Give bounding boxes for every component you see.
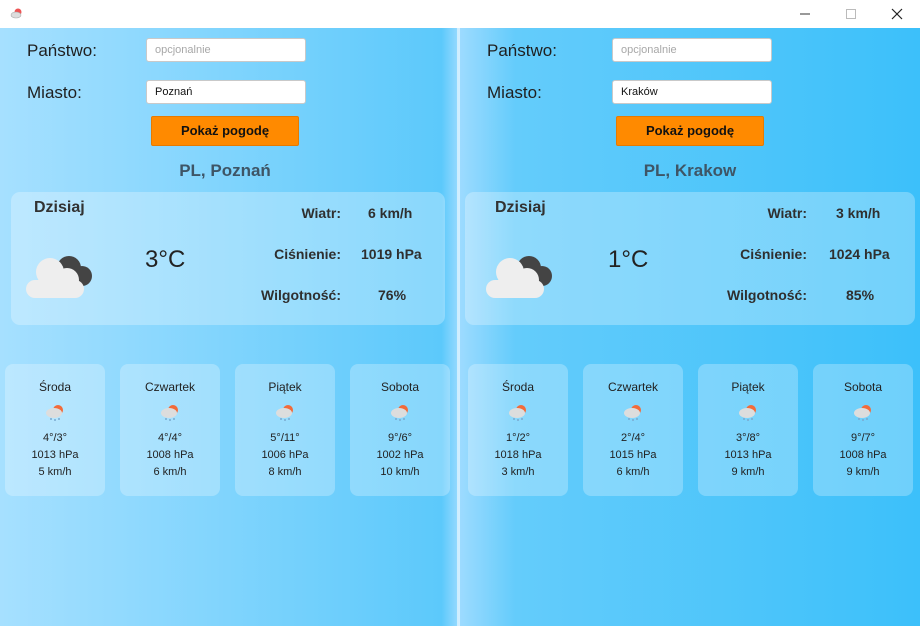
forecast-card: Piątek 5°/11° 1006 hPa 8 km/h — [235, 364, 335, 496]
app-cloud-icon — [10, 8, 22, 19]
today-card: Dzisiaj 1°C Wiatr: 3 km/h Ciśnienie: 102… — [465, 192, 915, 325]
forecast-card: Czwartek 4°/4° 1008 hPa 6 km/h — [120, 364, 220, 496]
wind-label: Wiatr: — [301, 205, 341, 221]
forecast-day: Czwartek — [144, 380, 195, 394]
pressure-value: 1019 hPa — [361, 246, 422, 262]
today-temperature: 3°C — [145, 246, 186, 273]
snow-sun-icon — [739, 405, 756, 421]
maximize-button[interactable] — [828, 0, 874, 28]
title-bar — [0, 0, 920, 28]
forecast-card: Środa 1°/2° 1018 hPa 3 km/h — [468, 364, 568, 496]
forecast-temp: 2°/4° — [620, 432, 646, 444]
show-weather-button[interactable]: Pokaż pogodę — [151, 116, 299, 146]
forecast-temp: 4°/3° — [42, 432, 68, 444]
today-card: Dzisiaj 3°C Wiatr: 6 km/h Ciśnienie: 101… — [11, 192, 445, 325]
forecast-wind: 8 km/h — [268, 466, 302, 478]
forecast-day: Piątek — [268, 380, 302, 394]
cloudy-icon — [486, 256, 552, 298]
forecast-card: Sobota 9°/6° 1002 hPa 10 km/h — [350, 364, 450, 496]
city-label: Miasto: — [27, 83, 82, 102]
wind-value: 3 km/h — [836, 205, 881, 221]
country-input[interactable] — [612, 38, 772, 62]
forecast-day: Sobota — [380, 380, 420, 394]
forecast-day: Środa — [501, 380, 535, 394]
snow-sun-icon — [854, 405, 871, 421]
forecast-wind: 6 km/h — [616, 466, 650, 478]
forecast-temp: 9°/6° — [387, 432, 413, 444]
weather-panel-left: Państwo: Miasto: Pokaż pogodę PL, Poznań… — [0, 28, 457, 626]
location-title: PL, Krakow — [643, 161, 737, 180]
minimize-button[interactable] — [782, 0, 828, 28]
close-icon — [891, 8, 903, 20]
close-button[interactable] — [874, 0, 920, 28]
wind-label: Wiatr: — [767, 205, 807, 221]
humidity-label: Wilgotność: — [261, 287, 341, 303]
forecast-day: Sobota — [843, 380, 883, 394]
show-weather-button[interactable]: Pokaż pogodę — [616, 116, 764, 146]
wind-value: 6 km/h — [368, 205, 413, 221]
snow-sun-icon — [391, 405, 408, 421]
forecast-card: Środa 4°/3° 1013 hPa 5 km/h — [5, 364, 105, 496]
forecast-temp: 9°/7° — [850, 432, 876, 444]
weather-panel-right: Państwo: Miasto: Pokaż pogodę PL, Krakow… — [460, 28, 917, 626]
city-input[interactable] — [612, 80, 772, 104]
snow-sun-icon — [276, 405, 293, 421]
city-input[interactable] — [146, 80, 306, 104]
forecast-temp: 4°/4° — [157, 432, 183, 444]
forecast-pressure: 1018 hPa — [494, 449, 542, 461]
snow-sun-icon — [624, 405, 641, 421]
forecast-wind: 3 km/h — [501, 466, 535, 478]
forecast-day: Czwartek — [607, 380, 658, 394]
forecast-temp: 1°/2° — [505, 432, 531, 444]
forecast-pressure: 1008 hPa — [146, 449, 194, 461]
forecast-card: Piątek 3°/8° 1013 hPa 9 km/h — [698, 364, 798, 496]
cloudy-icon — [26, 256, 92, 298]
forecast-temp: 5°/11° — [270, 432, 300, 444]
forecast-pressure: 1008 hPa — [839, 449, 887, 461]
forecast-wind: 5 km/h — [38, 466, 72, 478]
forecast-pressure: 1002 hPa — [376, 449, 424, 461]
forecast-pressure: 1006 hPa — [261, 449, 309, 461]
pressure-label: Ciśnienie: — [740, 246, 807, 262]
today-title: Dzisiaj — [34, 199, 85, 216]
today-title: Dzisiaj — [495, 199, 546, 216]
country-input[interactable] — [146, 38, 306, 62]
pressure-label: Ciśnienie: — [274, 246, 341, 262]
humidity-label: Wilgotność: — [727, 287, 807, 303]
forecast-pressure: 1015 hPa — [609, 449, 657, 461]
forecast-day: Środa — [38, 380, 72, 394]
location-title: PL, Poznań — [179, 161, 271, 180]
forecast-pressure: 1013 hPa — [31, 449, 79, 461]
snow-sun-icon — [46, 405, 63, 421]
maximize-icon — [846, 9, 856, 19]
forecast-wind: 9 km/h — [846, 466, 880, 478]
forecast-wind: 10 km/h — [380, 466, 420, 478]
snow-sun-icon — [509, 405, 526, 421]
forecast-card: Sobota 9°/7° 1008 hPa 9 km/h — [813, 364, 913, 496]
forecast-card: Czwartek 2°/4° 1015 hPa 6 km/h — [583, 364, 683, 496]
forecast-wind: 9 km/h — [731, 466, 765, 478]
forecast-pressure: 1013 hPa — [724, 449, 772, 461]
minimize-icon — [800, 13, 810, 15]
snow-sun-icon — [161, 405, 178, 421]
country-label: Państwo: — [487, 41, 557, 60]
country-label: Państwo: — [27, 41, 97, 60]
forecast-day: Piątek — [731, 380, 765, 394]
city-label: Miasto: — [487, 83, 542, 102]
humidity-value: 76% — [378, 287, 407, 303]
pressure-value: 1024 hPa — [829, 246, 890, 262]
forecast-wind: 6 km/h — [153, 466, 187, 478]
today-temperature: 1°C — [608, 246, 649, 273]
app-client-area: Państwo: Miasto: Pokaż pogodę PL, Poznań… — [0, 28, 920, 626]
humidity-value: 85% — [846, 287, 875, 303]
forecast-temp: 3°/8° — [735, 432, 761, 444]
